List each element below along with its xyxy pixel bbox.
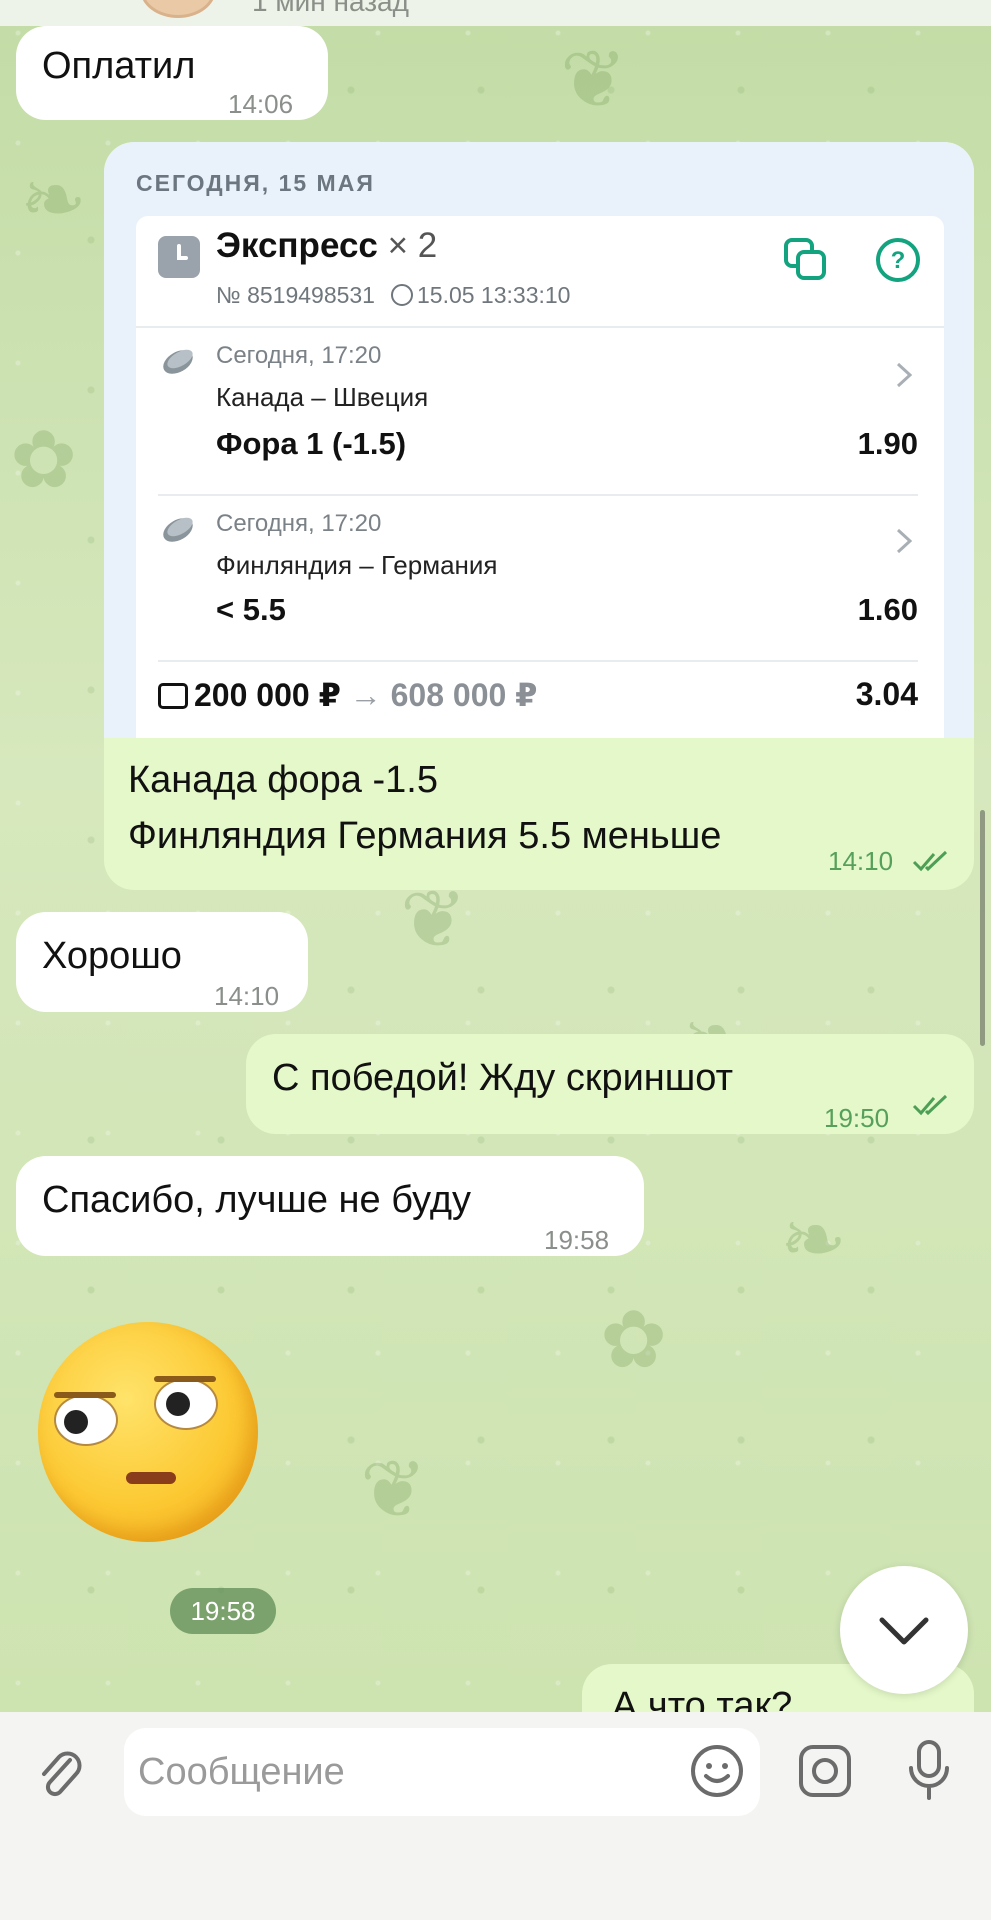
wallpaper-leaf-icon: ❦ — [560, 35, 628, 124]
incoming-message[interactable]: Оплатил 14:06 — [16, 26, 328, 120]
bet-card: Экспресс × 2 № 8519498531 15.05 13:33:10 … — [136, 216, 944, 738]
message-time: 19:50 — [824, 1103, 890, 1133]
bet-datetime: 15.05 13:33:10 — [416, 282, 571, 308]
event-odds: 1.60 — [857, 592, 918, 627]
message-time: 14:06 — [228, 89, 294, 119]
chevron-right-icon[interactable] — [894, 526, 914, 556]
message-text: Спасибо, лучше не буду — [42, 1179, 472, 1221]
bet-multiplier: × 2 — [387, 226, 438, 265]
message-time: 14:10 — [828, 846, 894, 876]
bet-total-odds: 3.04 — [855, 676, 918, 712]
event-time: Сегодня, 17:20 — [216, 342, 382, 369]
scroll-down-button[interactable] — [840, 1566, 968, 1694]
event-match: Финляндия – Германия — [216, 550, 498, 580]
message-text: А что так? — [612, 1685, 793, 1712]
wallpaper-flower-icon: ✿ — [600, 1295, 668, 1384]
emoji-eye — [154, 1378, 218, 1430]
small-clock-icon — [390, 284, 413, 306]
message-line: Финляндия Германия 5.5 меньше — [128, 815, 722, 857]
bet-summary: 200 000 ₽ → 608 000 ₽ — [158, 676, 537, 714]
avatar[interactable] — [140, 0, 216, 18]
message-input[interactable]: Сообщение — [124, 1728, 760, 1816]
sticker-icon[interactable] — [688, 1742, 746, 1800]
bet-stake: 200 000 ₽ — [194, 677, 341, 713]
chevron-down-icon — [879, 1617, 929, 1645]
help-icon[interactable]: ? — [874, 236, 922, 284]
message-text: Оплатил — [42, 45, 196, 87]
copy-icon[interactable] — [782, 236, 830, 284]
sticker-time: 19:58 — [170, 1588, 276, 1634]
event-time: Сегодня, 17:20 — [216, 510, 382, 537]
clock-icon — [158, 236, 200, 278]
message-line: Канада фора -1.5 — [128, 759, 438, 801]
svg-text:?: ? — [891, 247, 906, 274]
event-market: < 5.5 — [216, 592, 286, 627]
hockey-puck-icon — [158, 346, 198, 378]
message-text: Хорошо — [42, 935, 182, 977]
bet-payout: 608 000 ₽ — [390, 677, 538, 713]
emoji-eyelid — [154, 1376, 216, 1382]
incoming-message[interactable]: Спасибо, лучше не буду 19:58 — [16, 1156, 644, 1256]
header-peek: 1 мин назад — [0, 0, 991, 26]
wallpaper-leaf-icon: ❧ — [20, 155, 88, 244]
microphone-icon[interactable] — [904, 1738, 954, 1804]
message-time: 19:58 — [544, 1225, 610, 1255]
bet-meta: № 8519498531 15.05 13:33:10 — [216, 282, 570, 309]
outgoing-message[interactable]: С победой! Жду скриншот 19:50 — [246, 1034, 974, 1134]
wallpaper-leaf-icon: ❦ — [360, 1445, 428, 1534]
attach-icon[interactable] — [36, 1746, 86, 1802]
double-check-icon — [912, 1094, 948, 1116]
hockey-puck-icon — [158, 514, 198, 546]
wallpaper-leaf-icon: ❧ — [780, 1195, 848, 1284]
bet-screenshot[interactable]: СЕГОДНЯ, 15 МАЯ Экспресс × 2 № 851949853… — [104, 142, 974, 738]
bet-type: Экспресс — [216, 226, 378, 265]
bet-title: Экспресс × 2 — [216, 226, 437, 266]
event-odds: 1.90 — [857, 426, 918, 461]
incoming-message[interactable]: Хорошо 14:10 — [16, 912, 308, 1012]
eye-roll-emoji-sticker[interactable] — [38, 1322, 258, 1542]
emoji-mouth — [126, 1472, 176, 1484]
event-market: Фора 1 (-1.5) — [216, 426, 407, 461]
wallpaper-leaf-icon: ✿ — [10, 415, 78, 504]
scrollbar[interactable] — [980, 810, 985, 1046]
emoji-eye — [54, 1394, 118, 1446]
message-time: 14:10 — [214, 981, 280, 1011]
camera-icon[interactable] — [796, 1742, 854, 1800]
arrow-icon: → — [349, 677, 382, 713]
emoji-eyelid — [54, 1392, 116, 1398]
chat-area[interactable]: ❦ ❧ ✿ ❦ ❧ ✿ ❦ ❧ ❦ 1 мин назад Оплатил 14… — [0, 0, 991, 1712]
wallpaper-leaf-icon: ❦ — [400, 875, 468, 964]
double-check-icon — [912, 850, 948, 872]
wallet-icon — [158, 683, 188, 709]
bet-date: СЕГОДНЯ, 15 МАЯ — [136, 170, 375, 196]
message-text: С победой! Жду скриншот — [272, 1057, 733, 1099]
contact-status: 1 мин назад — [252, 0, 409, 17]
event-match: Канада – Швеция — [216, 382, 429, 412]
bet-number: № 8519498531 — [216, 282, 375, 308]
chevron-right-icon[interactable] — [894, 360, 914, 390]
message-composer: Сообщение — [0, 1712, 991, 1920]
message-text: Канада фора -1.5 Финляндия Германия 5.5 … — [128, 752, 721, 864]
